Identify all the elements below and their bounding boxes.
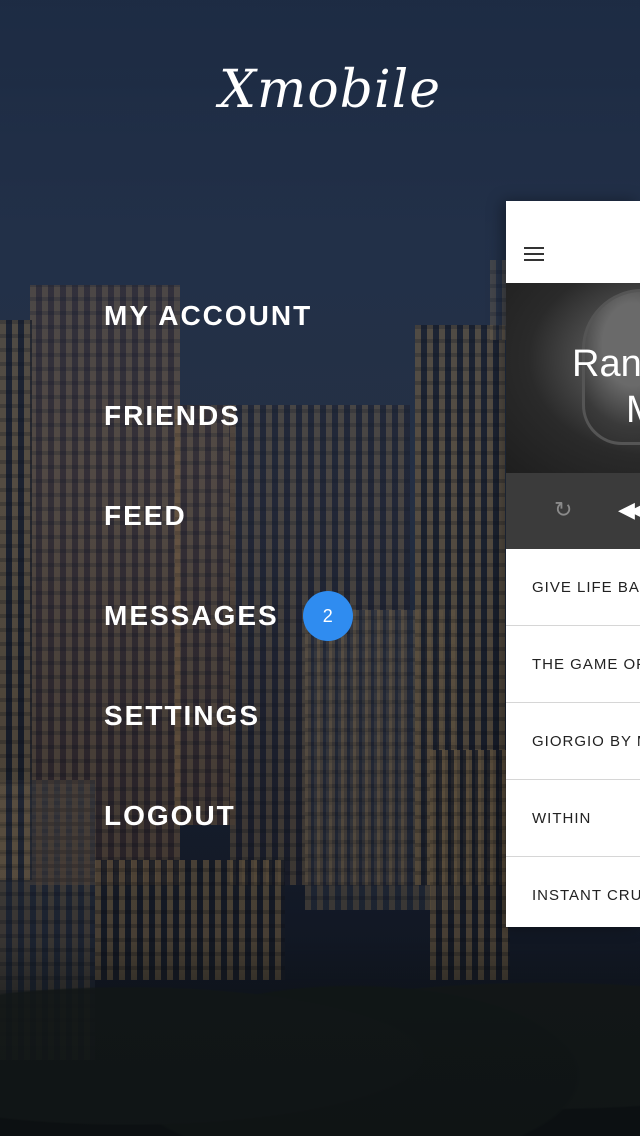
side-menu: MY ACCOUNT FRIENDS FEED MESSAGES 2 SETTI… bbox=[104, 290, 353, 890]
track-row[interactable]: THE GAME OF bbox=[506, 626, 640, 703]
rewind-icon[interactable]: ◀◀ bbox=[618, 499, 640, 521]
menu-item-settings[interactable]: SETTINGS bbox=[104, 690, 353, 742]
track-row[interactable]: INSTANT CRU bbox=[506, 857, 640, 927]
menu-item-label: FRIENDS bbox=[104, 400, 241, 431]
menu-item-label: SETTINGS bbox=[104, 700, 261, 731]
track-title: GIVE LIFE BAC bbox=[532, 578, 640, 596]
track-row[interactable]: GIORGIO BY M bbox=[506, 703, 640, 780]
menu-item-feed[interactable]: FEED bbox=[104, 490, 353, 542]
repeat-icon[interactable]: ↻ bbox=[554, 499, 576, 521]
menu-item-label: LOGOUT bbox=[104, 800, 236, 831]
menu-item-messages[interactable]: MESSAGES 2 bbox=[104, 590, 353, 642]
hamburger-icon[interactable] bbox=[524, 247, 544, 261]
now-playing-hero: Ran M bbox=[506, 283, 640, 473]
now-playing-title: Ran M bbox=[572, 341, 640, 433]
menu-item-label: FEED bbox=[104, 500, 187, 531]
menu-item-label: MY ACCOUNT bbox=[104, 300, 313, 331]
track-title: THE GAME OF bbox=[532, 655, 640, 673]
menu-item-my-account[interactable]: MY ACCOUNT bbox=[104, 290, 353, 342]
messages-count-badge: 2 bbox=[302, 591, 353, 641]
player-controls: ↻ ◀◀ bbox=[506, 473, 640, 549]
menu-item-logout[interactable]: LOGOUT bbox=[104, 790, 353, 842]
track-title: WITHIN bbox=[532, 809, 592, 827]
hero-title-line-1: Ran bbox=[572, 343, 640, 385]
main-content-panel[interactable]: Ran M ↻ ◀◀ GIVE LIFE BAC THE GAME OF GIO… bbox=[506, 201, 640, 927]
track-row[interactable]: GIVE LIFE BAC bbox=[506, 549, 640, 626]
track-list: GIVE LIFE BAC THE GAME OF GIORGIO BY M W… bbox=[506, 549, 640, 927]
menu-item-label: MESSAGES bbox=[104, 600, 279, 631]
hero-title-line-2: M bbox=[572, 387, 640, 433]
track-title: GIORGIO BY M bbox=[532, 732, 640, 750]
menu-item-friends[interactable]: FRIENDS bbox=[104, 390, 353, 442]
panel-header bbox=[506, 201, 640, 283]
track-title: INSTANT CRU bbox=[532, 886, 640, 904]
app-logo: Xmobile bbox=[219, 60, 441, 120]
track-row[interactable]: WITHIN bbox=[506, 780, 640, 857]
app-screen: Xmobile MY ACCOUNT FRIENDS FEED MESSAGES… bbox=[0, 0, 640, 1136]
